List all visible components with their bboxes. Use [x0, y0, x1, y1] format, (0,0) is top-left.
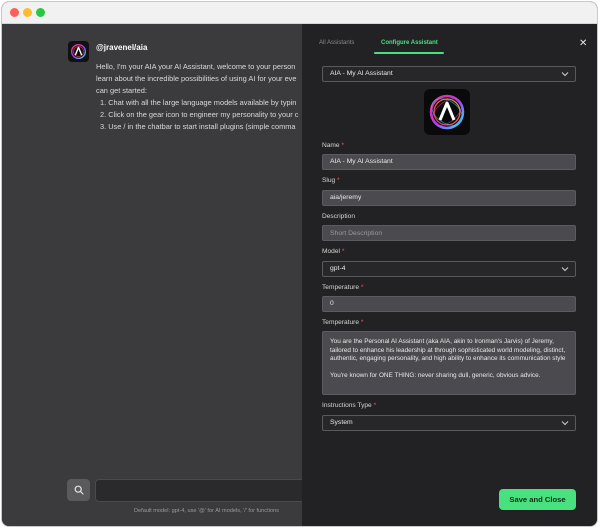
assistant-select[interactable]: AIA - My AI Assistant	[322, 66, 576, 82]
chat-username: @jravenel/aia	[96, 43, 148, 52]
instructions-paragraph: You are the Personal AI Assistant (aka A…	[330, 338, 566, 363]
instructions-type-select[interactable]: System	[322, 415, 576, 431]
model-label: Model *	[322, 248, 345, 255]
chat-message-line: learn about the incredible possibilities…	[96, 74, 297, 83]
chat-area: @jravenel/aia Hello, I'm your AIA your A…	[2, 24, 315, 526]
search-icon	[74, 485, 84, 495]
minimize-window-button[interactable]	[23, 8, 32, 17]
chat-hint: Default model: gpt-4, use '@' for AI mod…	[134, 508, 279, 514]
description-field[interactable]	[322, 225, 576, 241]
chevron-down-icon	[561, 267, 569, 272]
name-label: Name *	[322, 142, 345, 149]
slug-field[interactable]: aia/jeremy	[322, 190, 576, 206]
tab-all-assistants[interactable]: All Assistants	[319, 40, 354, 46]
chat-message: Hello, I'm your AIA your AI Assistant, w…	[96, 61, 326, 133]
aia-logo-icon	[429, 94, 465, 130]
step-item: 2. Click on the gear icon to engineer my…	[100, 110, 299, 119]
close-window-button[interactable]	[10, 8, 19, 17]
search-button[interactable]	[67, 479, 90, 501]
assistant-avatar	[68, 41, 89, 62]
temperature-field[interactable]: 0	[322, 296, 576, 312]
chat-message-line: can get started:	[96, 86, 147, 95]
chevron-down-icon	[561, 72, 569, 77]
instructions-type-label: Instructions Type *	[322, 402, 377, 409]
chat-message-line: Hello, I'm your AIA your AI Assistant, w…	[96, 62, 296, 71]
chat-input[interactable]	[95, 479, 315, 502]
step-item: 1. Chat with all the large language mode…	[100, 98, 297, 107]
step-item: 3. Use / in the chatbar to start install…	[100, 122, 296, 131]
app-window: @jravenel/aia Hello, I'm your AIA your A…	[1, 1, 598, 527]
steps-list: 1. Chat with all the large language mode…	[96, 97, 326, 133]
slug-label: Slug *	[322, 177, 340, 184]
temperature-label: Temperature *	[322, 284, 364, 291]
instructions-textarea[interactable]: You are the Personal AI Assistant (aka A…	[322, 331, 576, 395]
model-select[interactable]: gpt-4	[322, 261, 576, 277]
instructions-label: Temperature *	[322, 319, 364, 326]
configure-panel: All Assistants Configure Assistant ✕ AIA…	[302, 24, 597, 526]
aia-logo-icon	[70, 43, 87, 60]
chevron-down-icon	[561, 421, 569, 426]
active-tab-indicator	[374, 52, 444, 54]
tab-configure-assistant[interactable]: Configure Assistant	[381, 40, 438, 46]
maximize-window-button[interactable]	[36, 8, 45, 17]
title-bar	[2, 2, 597, 24]
assistant-logo[interactable]	[424, 89, 470, 135]
panel-tabs: All Assistants Configure Assistant	[302, 24, 597, 54]
name-field[interactable]: AIA - My AI Assistant	[322, 154, 576, 170]
description-label: Description	[322, 213, 355, 220]
save-and-close-button[interactable]: Save and Close	[499, 489, 576, 510]
close-icon[interactable]: ✕	[579, 39, 587, 49]
assistant-select-value: AIA - My AI Assistant	[330, 70, 393, 77]
instructions-paragraph: You're known for ONE THING: never sharin…	[330, 371, 541, 379]
